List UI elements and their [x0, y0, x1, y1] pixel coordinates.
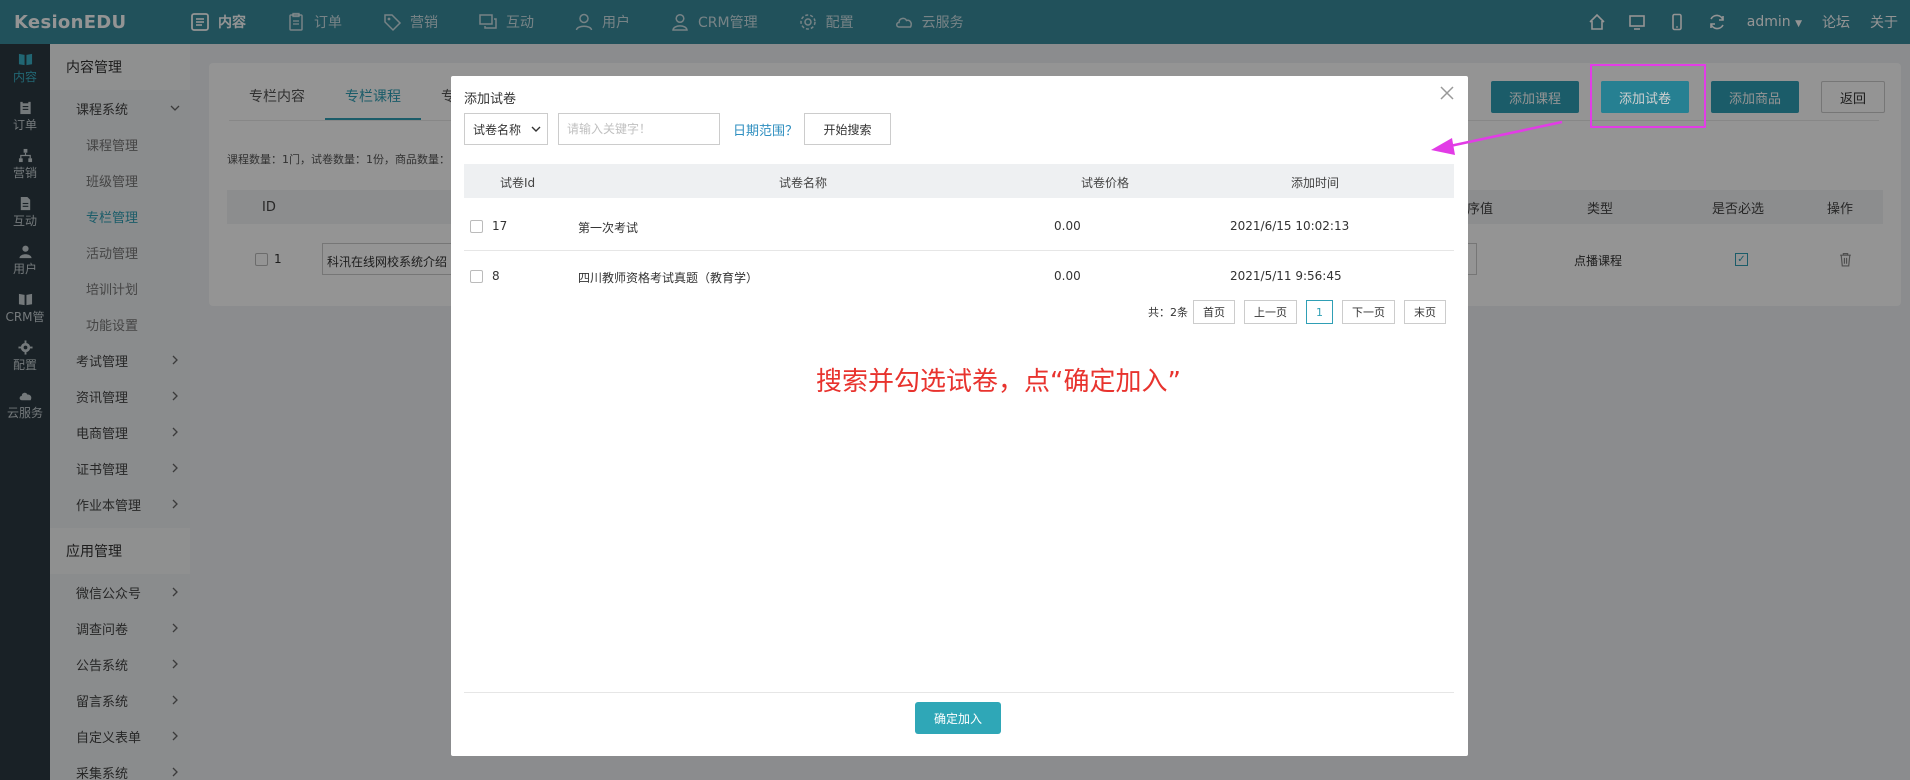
- exam-price: 0.00: [1054, 269, 1081, 283]
- instruction-annotation: 搜索并勾选试卷，点“确定加入”: [816, 367, 1181, 397]
- col-exam-time: 添加时间: [1291, 176, 1340, 190]
- exam-id: 17: [492, 219, 508, 233]
- table-row: 17 第一次考试 0.00 2021/6/15 10:02:13: [464, 201, 1454, 251]
- pager-prev[interactable]: 上一页: [1244, 300, 1297, 324]
- search-input[interactable]: [558, 113, 720, 145]
- search-row: 试卷名称 日期范围？ 开始搜索: [464, 113, 892, 145]
- close-icon[interactable]: [1438, 84, 1456, 102]
- exam-price: 0.00: [1054, 219, 1081, 233]
- pager-first[interactable]: 首页: [1193, 300, 1235, 324]
- exam-name: 四川教师资格考试真题（教育学）: [578, 271, 759, 285]
- pager-last[interactable]: 末页: [1404, 300, 1446, 324]
- pager-next[interactable]: 下一页: [1342, 300, 1395, 324]
- exam-id: 8: [492, 269, 500, 283]
- add-exam-button-highlight[interactable]: 添加试卷: [1601, 81, 1689, 113]
- start-search-button[interactable]: 开始搜索: [804, 113, 892, 145]
- pager-current[interactable]: 1: [1306, 300, 1333, 324]
- select-value: 试卷名称: [473, 122, 522, 137]
- search-field-select[interactable]: 试卷名称: [464, 113, 548, 145]
- table-row: 8 四川教师资格考试真题（教育学） 0.00 2021/5/11 9:56:45: [464, 251, 1454, 301]
- exam-time: 2021/5/11 9:56:45: [1230, 269, 1342, 283]
- col-exam-price: 试卷价格: [1081, 176, 1130, 190]
- confirm-add-button[interactable]: 确定加入: [915, 702, 1001, 734]
- exam-name: 第一次考试: [578, 221, 639, 235]
- row-checkbox[interactable]: [470, 220, 483, 233]
- date-range-link[interactable]: 日期范围？: [733, 120, 798, 139]
- footer-divider: [464, 692, 1454, 693]
- row-checkbox[interactable]: [470, 270, 483, 283]
- pagination: 共：2条 首页 上一页 1 下一页 末页: [1148, 300, 1446, 324]
- col-exam-id: 试卷Id: [500, 176, 536, 190]
- pager-total: 共：2条: [1148, 306, 1188, 319]
- chevron-down-icon: [531, 126, 541, 132]
- exam-table-header: 试卷Id 试卷名称 试卷价格 添加时间: [464, 164, 1454, 198]
- col-exam-name: 试卷名称: [779, 176, 828, 190]
- add-exam-modal: 添加试卷 试卷名称 日期范围？ 开始搜索 试卷Id 试卷名称 试卷价格 添加时间…: [451, 76, 1468, 756]
- exam-time: 2021/6/15 10:02:13: [1230, 219, 1350, 233]
- modal-title: 添加试卷: [464, 92, 517, 107]
